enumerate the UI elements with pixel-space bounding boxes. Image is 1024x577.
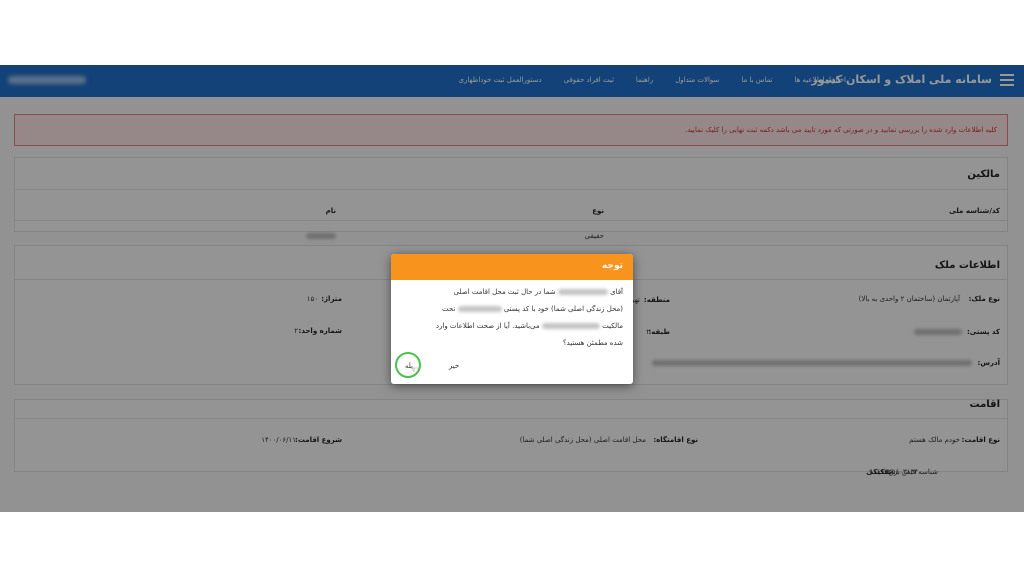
dialog-text-2a: (محل زندگی اصلی شما) خود با کد پستی — [503, 305, 623, 313]
dialog-title: توجه — [391, 254, 633, 280]
dialog-text-1a: آقای — [610, 288, 623, 296]
no-button[interactable]: خیر — [443, 358, 465, 374]
dialog-message: آقای شما در حال ثبت محل اقامت اصلی (محل … — [391, 280, 633, 350]
app-window: سامانه ملی املاک و اسکان کشور اخبار و اط… — [0, 65, 1024, 512]
dialog-text-1b: شما در حال ثبت محل اقامت اصلی — [453, 288, 556, 296]
owner-name-redacted-dialog — [541, 323, 600, 329]
postal-code-redacted-dialog — [457, 306, 502, 312]
dialog-text-2b: تحت — [442, 305, 456, 313]
dialog-text-4: شده مطمئن هستید؟ — [562, 339, 623, 347]
dialog-text-3b: می‌باشید. آیا از صحت اطلاعات وارد — [435, 322, 540, 330]
mouse-pointer-icon: ☜ — [410, 365, 419, 376]
user-name-redacted-dialog — [557, 289, 608, 295]
confirm-dialog: توجه آقای شما در حال ثبت محل اقامت اصلی … — [391, 254, 633, 384]
dialog-text-3a: مالکیت — [602, 322, 623, 330]
